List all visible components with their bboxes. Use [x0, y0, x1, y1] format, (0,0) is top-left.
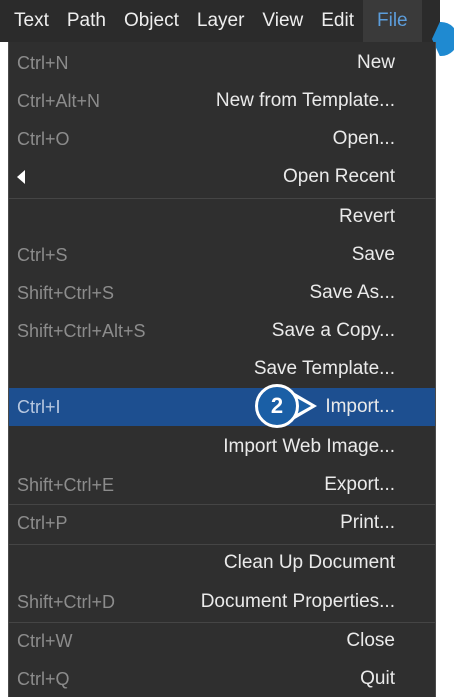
menu-item-save-as[interactable]: Shift+Ctrl+S Save As...: [9, 274, 435, 312]
menu-path[interactable]: Path: [58, 0, 115, 42]
menu-item-label: Save: [351, 244, 395, 265]
menu-item-label: Open Recent: [283, 166, 395, 187]
menu-bar: Text Path Object Layer View Edit File: [0, 0, 440, 42]
left-triangle-icon: [17, 170, 25, 184]
step-number: 2: [270, 393, 284, 418]
menu-item-new-from-template[interactable]: Ctrl+Alt+N New from Template...: [9, 82, 435, 120]
menu-item-label: Document Properties...: [200, 591, 395, 612]
shortcut-label: Ctrl+N: [17, 52, 69, 73]
menu-item-revert[interactable]: Revert: [9, 198, 435, 236]
menu-item-new[interactable]: Ctrl+N New: [9, 44, 435, 82]
menu-item-label: Save a Copy...: [271, 320, 395, 341]
menu-text[interactable]: Text: [0, 0, 58, 42]
menu-item-label: Export...: [324, 474, 395, 495]
menu-item-save[interactable]: Ctrl+S Save: [9, 236, 435, 274]
menu-file[interactable]: File: [363, 0, 422, 42]
menu-item-label: Import...: [325, 396, 395, 417]
menu-edit[interactable]: Edit: [312, 0, 363, 42]
menu-item-save-a-copy[interactable]: Shift+Ctrl+Alt+S Save a Copy...: [9, 312, 435, 350]
menu-item-label: Save As...: [309, 282, 395, 303]
menu-item-label: Open...: [332, 128, 395, 149]
menu-item-import[interactable]: Ctrl+I Import...: [9, 388, 435, 426]
menu-item-open[interactable]: Ctrl+O Open...: [9, 120, 435, 158]
menu-item-document-properties[interactable]: Shift+Ctrl+D Document Properties...: [9, 583, 435, 621]
file-menu-dropdown: Ctrl+N New Ctrl+Alt+N New from Template.…: [8, 42, 436, 697]
menu-item-export[interactable]: Shift+Ctrl+E Export...: [9, 466, 435, 504]
menu-item-label: Revert: [339, 206, 395, 227]
menu-layer[interactable]: Layer: [188, 0, 254, 42]
shortcut-label: Ctrl+Q: [17, 668, 70, 689]
menu-item-open-recent[interactable]: Open Recent: [9, 158, 435, 196]
shortcut-label: Ctrl+S: [17, 244, 68, 265]
menu-item-label: Quit: [360, 668, 395, 689]
shortcut-label: Ctrl+Alt+N: [17, 90, 101, 111]
menu-item-label: New from Template...: [215, 90, 395, 111]
menu-item-label: Clean Up Document: [223, 552, 395, 573]
menu-item-quit[interactable]: Ctrl+Q Quit: [9, 660, 435, 698]
menu-item-label: New: [356, 52, 395, 73]
menu-item-label: Print...: [340, 512, 395, 533]
shortcut-label: Ctrl+I: [17, 396, 61, 417]
shortcut-label: Ctrl+O: [17, 128, 70, 149]
menu-item-label: Import Web Image...: [223, 436, 395, 457]
shortcut-label: Ctrl+W: [17, 630, 73, 651]
menu-item-clean-up-document[interactable]: Clean Up Document: [9, 544, 435, 582]
shortcut-label: Shift+Ctrl+S: [17, 282, 115, 303]
menu-item-save-template[interactable]: Save Template...: [9, 350, 435, 388]
shortcut-label: Shift+Ctrl+D: [17, 591, 116, 612]
menu-object[interactable]: Object: [115, 0, 188, 42]
shortcut-label: Ctrl+P: [17, 512, 68, 533]
menu-item-import-web-image[interactable]: Import Web Image...: [9, 428, 435, 466]
menu-item-print[interactable]: Ctrl+P Print...: [9, 504, 435, 542]
shortcut-label: Shift+Ctrl+Alt+S: [17, 320, 146, 341]
menu-item-label: Close: [346, 630, 395, 651]
step-number-badge: 2: [255, 384, 299, 428]
left-edge: [0, 42, 8, 697]
menu-view[interactable]: View: [253, 0, 312, 42]
menu-item-label: Save Template...: [253, 358, 395, 379]
shortcut-label: Shift+Ctrl+E: [17, 474, 115, 495]
menu-item-close[interactable]: Ctrl+W Close: [9, 622, 435, 660]
